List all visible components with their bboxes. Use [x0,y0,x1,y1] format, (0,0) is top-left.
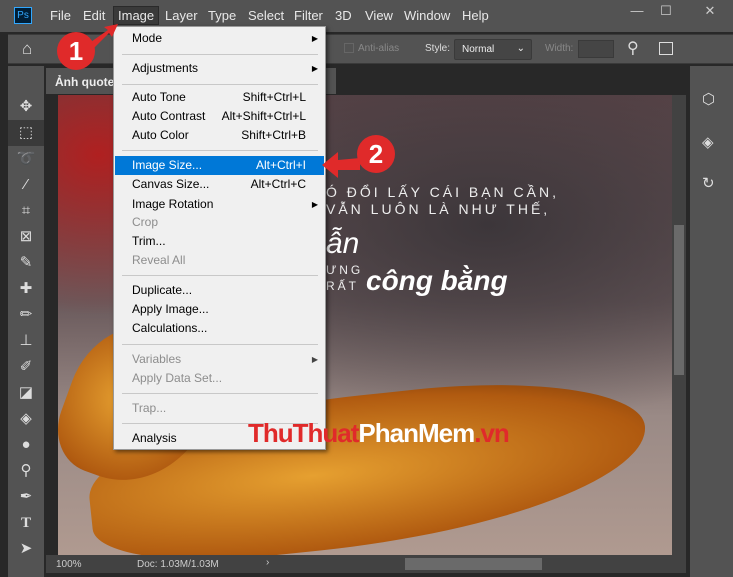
watermark-part-3: .vn [474,418,510,448]
watermark-part-1: ThuThuat [248,418,359,448]
watermark: ThuThuatPhanMem.vn [248,418,510,449]
annotation-arrows [88,24,360,178]
step-2-badge: 2 [357,135,395,173]
watermark-part-2: PhanMem [358,418,475,448]
step-1-badge: 1 [57,32,95,70]
arrow-2-icon [322,152,360,178]
